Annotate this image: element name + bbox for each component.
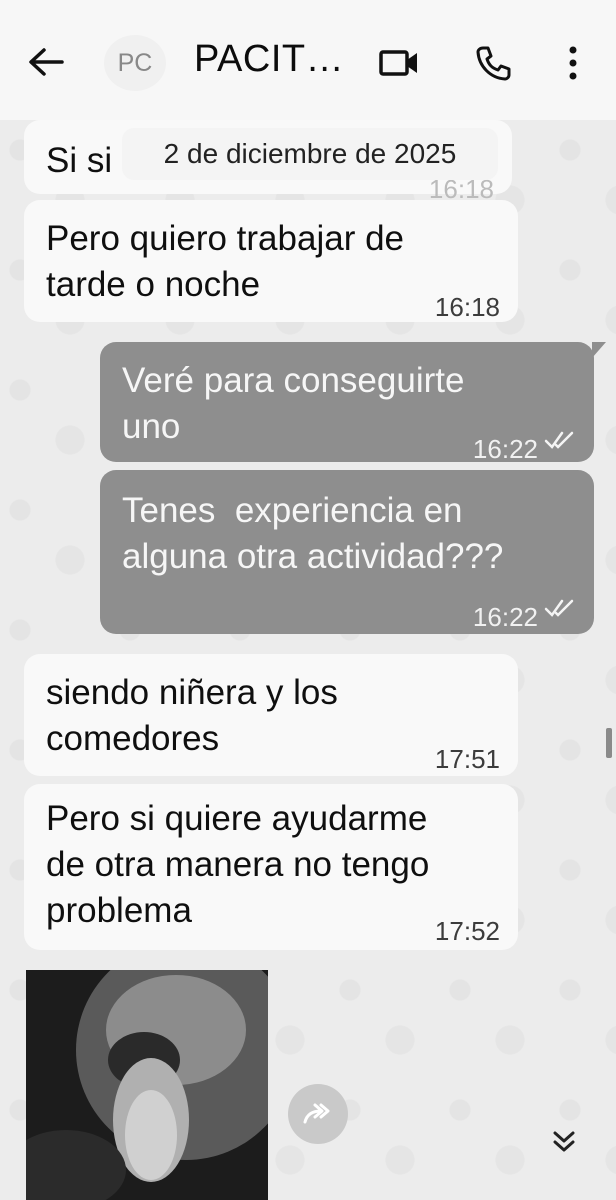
scrollbar-thumb[interactable] [606, 728, 612, 758]
scroll-to-bottom-button[interactable] [540, 1118, 588, 1166]
double-check-icon [544, 431, 574, 449]
video-camera-icon [379, 50, 417, 76]
message-text: Pero si quiere ayudarme de otra manera n… [46, 799, 430, 930]
message-bubble-incoming[interactable]: Pero si quiere ayudarme de otra manera n… [24, 784, 518, 950]
video-call-button[interactable] [376, 40, 422, 86]
message-time: 17:52 [434, 916, 500, 946]
contact-name[interactable]: PACIT… [194, 38, 364, 88]
photo-message[interactable] [26, 970, 268, 1200]
phone-icon [476, 46, 511, 81]
back-button[interactable] [22, 40, 70, 84]
message-bubble-outgoing[interactable]: Tenes experiencia en alguna otra activid… [100, 470, 594, 634]
avatar[interactable]: PC [104, 35, 166, 91]
forward-button[interactable] [288, 1084, 348, 1144]
arrow-left-icon [29, 48, 64, 76]
avatar-initials: PC [117, 48, 153, 77]
double-chevron-down-icon [553, 1131, 575, 1152]
voice-call-button[interactable] [470, 40, 516, 86]
message-text: Tenes experiencia en alguna otra activid… [122, 491, 504, 576]
forward-icon [303, 1103, 330, 1124]
date-separator: 2 de diciembre de 2025 [122, 128, 498, 180]
message-text: Si si [46, 141, 113, 180]
more-options-button[interactable] [550, 40, 596, 86]
message-bubble-outgoing[interactable]: Veré para conseguirte uno 16:22 [100, 342, 594, 464]
image-photo [26, 970, 268, 1200]
chat-header: PC PACIT… [0, 0, 616, 120]
more-vertical-icon [569, 46, 577, 80]
message-time: 16:22 [472, 434, 538, 464]
bubble-tail [592, 342, 606, 358]
message-time: 16:18 [434, 292, 500, 322]
message-time: 16:22 [472, 602, 538, 632]
message-text: siendo niñera y los comedores [46, 673, 338, 758]
message-text: Veré para conseguirte uno [122, 361, 465, 446]
message-bubble-incoming[interactable]: Pero quiero trabajar de tarde o noche 16… [24, 200, 518, 322]
message-text: Pero quiero trabajar de tarde o noche [46, 219, 404, 304]
message-time: 17:51 [434, 744, 500, 774]
double-check-icon [544, 599, 574, 617]
message-bubble-incoming[interactable]: siendo niñera y los comedores 17:51 [24, 654, 518, 776]
